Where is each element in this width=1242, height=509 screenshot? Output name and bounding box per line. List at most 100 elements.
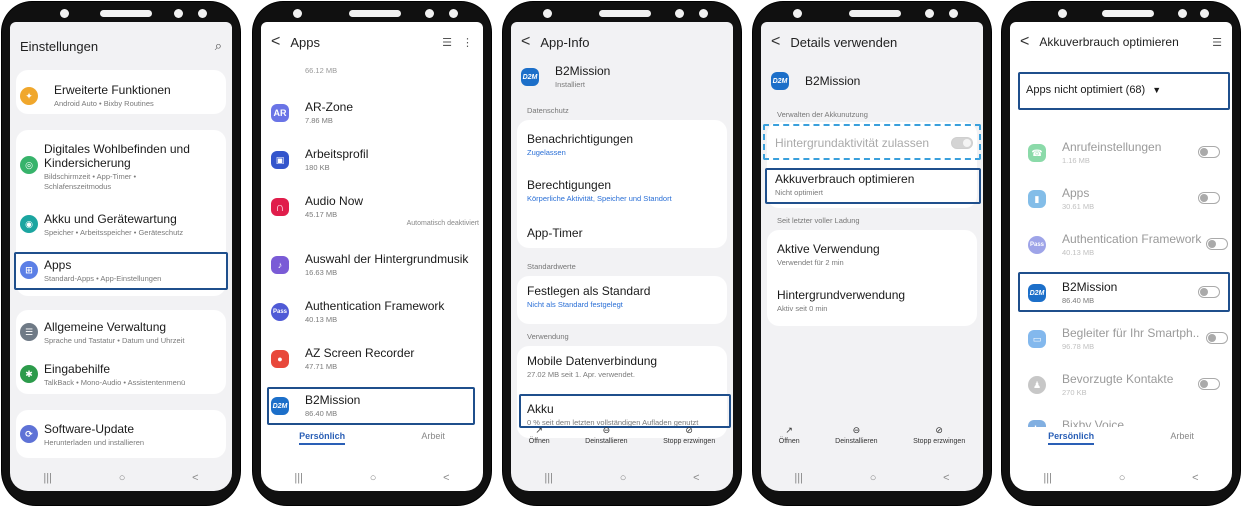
apps-icon: ▮: [1028, 190, 1046, 208]
item-title: Audio Now: [305, 194, 364, 208]
tab-personal[interactable]: Persönlich: [299, 431, 346, 445]
settings-item-advanced[interactable]: ✦ Erweiterte Funktionen Android Auto • B…: [20, 83, 222, 109]
recent-apps-button[interactable]: |||: [43, 472, 52, 484]
item-permissions[interactable]: Berechtigungen Körperliche Aktivität, Sp…: [527, 178, 723, 204]
app-item-work-profile[interactable]: ▣ Arbeitsprofil 180 KB: [271, 147, 473, 173]
page-title: Akkuverbrauch optimieren: [1039, 35, 1179, 49]
back-button[interactable]: <: [693, 472, 699, 484]
recent-apps-button[interactable]: |||: [294, 472, 303, 484]
force-stop-button[interactable]: ⊘ Stopp erzwingen: [913, 425, 965, 459]
back-arrow-icon[interactable]: <: [521, 33, 530, 51]
tab-personal[interactable]: Persönlich: [1048, 431, 1095, 445]
item-set-default[interactable]: Festlegen als Standard Nicht als Standar…: [527, 284, 723, 310]
app-item-apps[interactable]: ▮ Apps 30.61 MB: [1028, 186, 1224, 212]
optimize-toggle[interactable]: [1198, 146, 1220, 158]
optimize-toggle[interactable]: [1198, 192, 1220, 204]
app-item-audio-now[interactable]: ∩ Audio Now 45.17 MB Automatisch deaktiv…: [271, 194, 479, 227]
item-app-timer[interactable]: App-Timer: [527, 226, 723, 240]
app-item-auth-framework[interactable]: Pass Authentication Framework 40.13 MB: [1028, 232, 1228, 258]
app-header: D2M B2Mission Installiert: [521, 64, 723, 90]
item-active-usage[interactable]: Aktive Verwendung Verwendet für 2 min: [777, 242, 973, 268]
phone-apps: < Apps ☰ ⋮ 66.12 MB AR AR-Zone 7.86 MB ▣…: [253, 2, 491, 505]
sensor-dot: [1178, 9, 1187, 18]
app-item-call-settings[interactable]: ☎ Anrufeinstellungen 1.16 MB: [1028, 140, 1224, 166]
screen-recorder-icon: ●: [271, 350, 289, 368]
app-bar: < App-Info: [511, 22, 733, 62]
back-button[interactable]: <: [192, 472, 198, 484]
app-status: Installiert: [555, 80, 586, 89]
highlight-optimize-battery: [765, 168, 981, 204]
apps-screen: < Apps ☰ ⋮ 66.12 MB AR AR-Zone 7.86 MB ▣…: [261, 22, 483, 491]
app-item-companion[interactable]: ▭ Begleiter für Ihr Smartph.. 96.78 MB: [1028, 326, 1228, 352]
recent-apps-button[interactable]: |||: [1043, 472, 1052, 484]
settings-item-wellbeing[interactable]: ◎ Digitales Wohlbefinden und Kindersiche…: [20, 142, 222, 192]
force-stop-button[interactable]: ⊘ Stopp erzwingen: [663, 425, 715, 459]
camera-dot: [793, 9, 802, 18]
action-bar: ↗ Öffnen ⊖ Deinstallieren ⊘ Stopp erzwingen: [511, 425, 733, 459]
settings-item-accessibility[interactable]: ✱ Eingabehilfe TalkBack • Mono-Audio • A…: [20, 362, 222, 388]
nav-bar: ||| ○ <: [761, 465, 983, 491]
open-button[interactable]: ↗ Öffnen: [529, 425, 550, 459]
item-mobile-data[interactable]: Mobile Datenverbindung 27.02 MB seit 1. …: [527, 354, 723, 380]
optimize-toggle[interactable]: [1198, 378, 1220, 390]
home-button[interactable]: ○: [119, 472, 126, 484]
back-button[interactable]: <: [1192, 472, 1198, 484]
open-button[interactable]: ↗ Öffnen: [779, 425, 800, 459]
optimize-toggle[interactable]: [1206, 238, 1228, 250]
highlight-battery: [519, 394, 731, 428]
back-arrow-icon[interactable]: <: [271, 33, 280, 51]
app-item-auth-framework[interactable]: Pass Authentication Framework 40.13 MB: [271, 299, 473, 325]
item-subtitle: 96.78 MB: [1062, 342, 1095, 351]
home-button[interactable]: ○: [870, 472, 877, 484]
settings-item-general[interactable]: ☰ Allgemeine Verwaltung Sprache und Tast…: [20, 320, 222, 346]
item-subtitle: 180 KB: [305, 163, 330, 172]
audio-now-icon: ∩: [271, 198, 289, 216]
highlight-b2mission: [1018, 272, 1230, 312]
recent-apps-button[interactable]: |||: [544, 472, 553, 484]
back-button[interactable]: <: [443, 472, 449, 484]
item-title: Arbeitsprofil: [305, 147, 369, 161]
camera-dot: [1058, 9, 1067, 18]
back-arrow-icon[interactable]: <: [1020, 33, 1029, 51]
optimize-toggle[interactable]: [1206, 332, 1228, 344]
app-item-background-music[interactable]: ♪ Auswahl der Hintergrundmusik 16.63 MB: [271, 252, 473, 278]
recent-apps-button[interactable]: |||: [794, 472, 803, 484]
back-button[interactable]: <: [943, 472, 949, 484]
app-item-az-recorder[interactable]: ● AZ Screen Recorder 47.71 MB: [271, 346, 473, 372]
item-subtitle: Körperliche Aktivität, Speicher und Stan…: [527, 194, 672, 203]
uninstall-button[interactable]: ⊖ Deinstallieren: [835, 425, 877, 459]
uninstall-button[interactable]: ⊖ Deinstallieren: [585, 425, 627, 459]
item-title: Aktive Verwendung: [777, 242, 880, 256]
more-options-icon[interactable]: ⋮: [462, 36, 473, 49]
home-button[interactable]: ○: [370, 472, 377, 484]
search-icon[interactable]: ⌕: [215, 38, 222, 54]
companion-icon: ▭: [1028, 330, 1046, 348]
section-header: Datenschutz: [527, 106, 569, 115]
disabled-note: Automatisch deaktiviert: [406, 220, 479, 227]
item-title: Erweiterte Funktionen: [54, 83, 171, 97]
home-button[interactable]: ○: [620, 472, 627, 484]
settings-item-battery[interactable]: ◉ Akku und Gerätewartung Speicher • Arbe…: [20, 212, 222, 238]
item-title: Authentication Framework: [305, 299, 445, 313]
filter-icon[interactable]: ☰: [1212, 36, 1222, 49]
nav-bar: ||| ○ <: [10, 465, 232, 491]
status-bar: [753, 2, 991, 24]
phone-icon: ☎: [1028, 144, 1046, 162]
home-button[interactable]: ○: [1119, 472, 1126, 484]
item-background-usage[interactable]: Hintergrundverwendung Aktiv seit 0 min: [777, 288, 973, 314]
app-item-arzone[interactable]: AR AR-Zone 7.86 MB: [271, 100, 473, 126]
phone-app-info: < App-Info D2M B2Mission Installiert Dat…: [503, 2, 741, 505]
b2mission-icon: D2M: [521, 68, 539, 86]
item-subtitle: 40.13 MB: [305, 315, 338, 324]
tab-work[interactable]: Arbeit: [1170, 431, 1194, 453]
settings-item-software-update[interactable]: ⟳ Software-Update Herunterladen und inst…: [20, 422, 222, 448]
music-picker-icon: ♪: [271, 256, 289, 274]
item-subtitle: Verwendet für 2 min: [777, 258, 844, 267]
page-title: Einstellungen: [20, 38, 99, 54]
speaker-pill: [1102, 10, 1154, 17]
filter-icon[interactable]: ☰: [442, 36, 452, 49]
back-arrow-icon[interactable]: <: [771, 33, 780, 51]
app-item-favorite-contacts[interactable]: ♟ Bevorzugte Kontakte 270 KB: [1028, 372, 1224, 398]
tab-work[interactable]: Arbeit: [421, 431, 445, 453]
item-notifications[interactable]: Benachrichtigungen Zugelassen: [527, 132, 723, 158]
